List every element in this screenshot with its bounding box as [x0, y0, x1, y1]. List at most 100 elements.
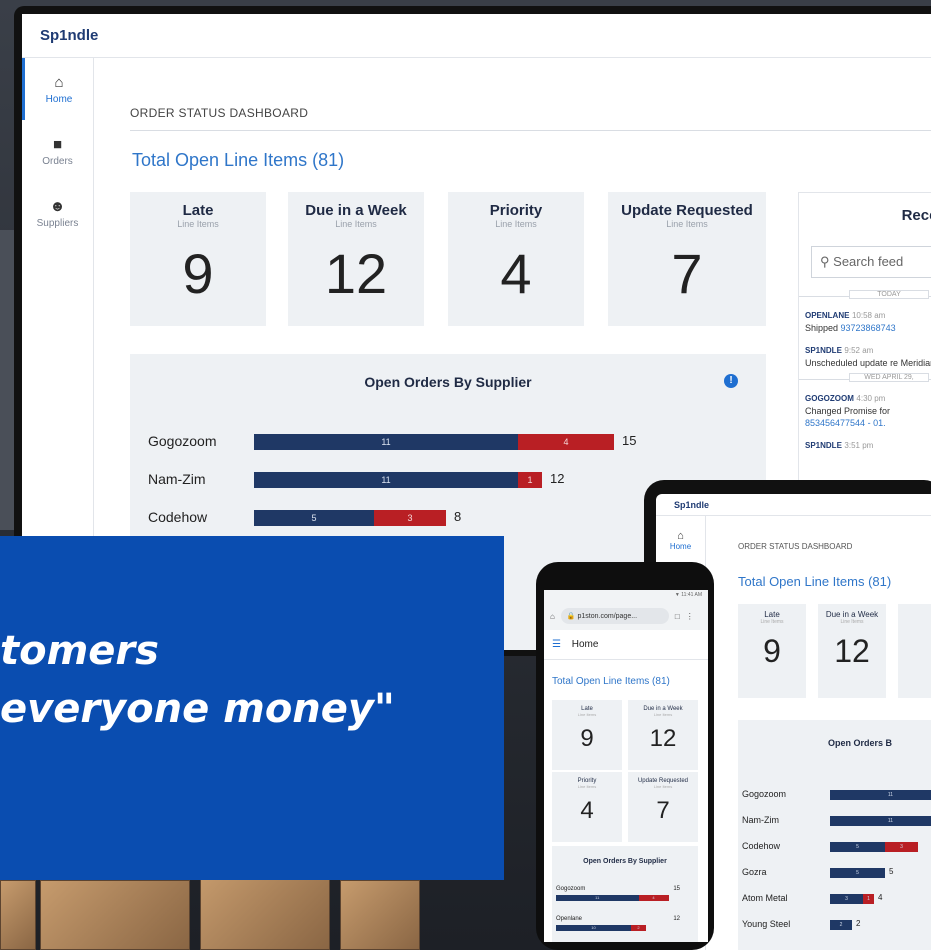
- card-due-week[interactable]: Due in a Week Line Items 12: [288, 192, 424, 326]
- hamburger-icon[interactable]: ☰: [552, 639, 561, 650]
- bar-segment: 5: [830, 868, 885, 878]
- search-feed-input[interactable]: ⚲ Search feed: [811, 246, 931, 278]
- card-subtitle: Line Items: [760, 619, 784, 625]
- bar-segment: 4: [638, 895, 669, 901]
- nav-suppliers[interactable]: ☻ Suppliers: [22, 182, 93, 244]
- cardboard-box: [0, 880, 36, 950]
- divider: [130, 130, 931, 131]
- nav-orders[interactable]: ■ Orders: [22, 120, 93, 182]
- app-logo[interactable]: Sp1ndle: [40, 27, 98, 44]
- tablet-nav-home-label: Home: [669, 542, 692, 551]
- tablet-card-late[interactable]: Late Line Items 9: [738, 604, 806, 698]
- cardboard-box: [40, 880, 190, 950]
- card-value: 12: [324, 242, 388, 305]
- phone-card-due-week[interactable]: Due in a Week Line Items 12: [628, 700, 698, 770]
- phone-screen: ▼ 11:41 AM ⌂ 🔒 p1ston.com/page... □ ⋮ ☰ …: [544, 590, 708, 942]
- phone-chart: Open Orders By Supplier Gogozoom 15 11 4 Ope…: [552, 846, 698, 942]
- nav-orders-label: Orders: [42, 155, 73, 167]
- url-field[interactable]: 🔒 p1ston.com/page...: [560, 608, 669, 624]
- card-update-requested[interactable]: Update Requested Line Items 7: [608, 192, 766, 326]
- bar-segment: 2: [830, 920, 852, 930]
- feed-item[interactable]: SP1NDLE 9:52 am Unscheduled update re Me…: [805, 344, 931, 369]
- phone-card-priority[interactable]: Priority Line Items 4: [552, 772, 622, 842]
- card-value: 9: [182, 242, 214, 305]
- bar-segment: 11: [254, 434, 518, 450]
- bar-label: Codehow: [742, 841, 781, 851]
- bar-segment: 5: [254, 510, 374, 526]
- tablet-card-due-week[interactable]: Due in a Week Line Items 12: [818, 604, 886, 698]
- card-title: Due in a Week: [305, 202, 407, 219]
- phone-card-late[interactable]: Late Line Items 9: [552, 700, 622, 770]
- activity-feed: OPENLANE 10:58 am Shipped 93723868743 SP…: [805, 309, 931, 369]
- feed-item[interactable]: OPENLANE 10:58 am Shipped 93723868743: [805, 309, 931, 334]
- bar-segment: 11: [830, 816, 931, 826]
- bar-label: Gogozoom: [556, 886, 586, 892]
- quote-banner: tomers everyone money": [0, 536, 504, 880]
- tablet-chart-title: Open Orders B: [828, 738, 893, 748]
- feed-text: Shipped: [805, 323, 841, 333]
- phone-clock: ▼ 11:41 AM: [674, 592, 702, 598]
- date-divider: TODAY: [799, 290, 931, 299]
- breadcrumb: ORDER STATUS DASHBOARD: [130, 106, 309, 120]
- bar-total: 15: [673, 886, 680, 892]
- tablet-breadcrumb: ORDER STATUS DASHBOARD: [738, 542, 853, 551]
- card-subtitle: Line Items: [840, 619, 864, 625]
- nav-home[interactable]: ⌂ Home: [22, 58, 93, 120]
- bar-segment: 5: [830, 842, 885, 852]
- nav-home-label: Home: [45, 93, 73, 105]
- card-value: 9: [763, 633, 781, 669]
- feed-link[interactable]: 93723868743: [841, 323, 896, 333]
- bar-segment: 10: [556, 925, 631, 931]
- card-subtitle: Line Items: [577, 784, 597, 789]
- menu-dots-icon[interactable]: ⋮: [686, 612, 694, 621]
- phone-status-bar: ▼ 11:41 AM: [544, 590, 708, 602]
- card-value: 7: [656, 797, 670, 824]
- date-divider: WED APRIL 29,: [799, 373, 931, 382]
- bar-segment: 3: [885, 842, 918, 852]
- phone-card-update-requested[interactable]: Update Requested Line Items 7: [628, 772, 698, 842]
- feed-item[interactable]: SP1NDLE 3:51 pm: [805, 439, 931, 452]
- info-icon[interactable]: !: [724, 374, 738, 388]
- folder-icon: ■: [52, 135, 63, 153]
- card-late[interactable]: Late Line Items 9: [130, 192, 266, 326]
- nav-suppliers-label: Suppliers: [36, 217, 79, 229]
- bar-total: 12: [673, 916, 680, 922]
- feed-author: SP1NDLE: [805, 346, 842, 355]
- bar-segment: 3: [374, 510, 446, 526]
- cardboard-box: [200, 870, 330, 950]
- card-value: 12: [649, 725, 677, 752]
- card-subtitle: Line Items: [653, 784, 673, 789]
- bar-label: Openlane: [556, 916, 583, 922]
- bar-label: Atom Metal: [742, 893, 788, 903]
- tablet-chart: Open Orders B Gogozoom 11 Nam-Zim 11 Codehow…: [738, 720, 931, 950]
- bar-label: Gogozoom: [742, 789, 787, 799]
- tablet-top-bar[interactable]: Sp1ndle: [656, 494, 931, 516]
- home-icon: ⌂: [677, 530, 684, 542]
- phone-url-bar[interactable]: ⌂ 🔒 p1ston.com/page... □ ⋮: [544, 602, 708, 630]
- feed-time: 3:51 pm: [844, 441, 874, 450]
- bar-label: Gogozoom: [148, 433, 217, 449]
- date-divider-label: WED APRIL 29,: [849, 373, 929, 382]
- feed-item[interactable]: GOGOZOOM 4:30 pm Changed Promise for 853…: [805, 392, 931, 429]
- quote-line-2: everyone money": [0, 686, 395, 732]
- search-placeholder: Search feed: [833, 254, 904, 269]
- quote-line-1: tomers: [0, 628, 159, 674]
- phone-home-label: Home: [571, 639, 599, 650]
- home-icon[interactable]: ⌂: [550, 612, 555, 621]
- feed-text: Changed Promise for: [805, 406, 891, 416]
- tabs-icon[interactable]: □: [675, 612, 680, 621]
- feed-link[interactable]: 853456477544 - 01.: [805, 418, 886, 428]
- chart-title: Open Orders By Supplier: [364, 374, 532, 390]
- card-subtitle: Line Items: [666, 219, 708, 229]
- card-subtitle: Line Items: [335, 219, 377, 229]
- card-title: Update Requested: [621, 202, 753, 219]
- card-priority[interactable]: Priority Line Items 4: [448, 192, 584, 326]
- top-bar: Sp1ndle: [22, 14, 931, 58]
- card-subtitle: Line Items: [177, 219, 219, 229]
- card-value: 9: [580, 725, 594, 752]
- tablet-nav-home[interactable]: ⌂ Home: [656, 530, 705, 551]
- bar-total: 4: [878, 893, 883, 902]
- phone-header: ☰ Home: [544, 630, 708, 660]
- bar-total: 8: [454, 509, 462, 524]
- cardboard-box: [340, 880, 420, 950]
